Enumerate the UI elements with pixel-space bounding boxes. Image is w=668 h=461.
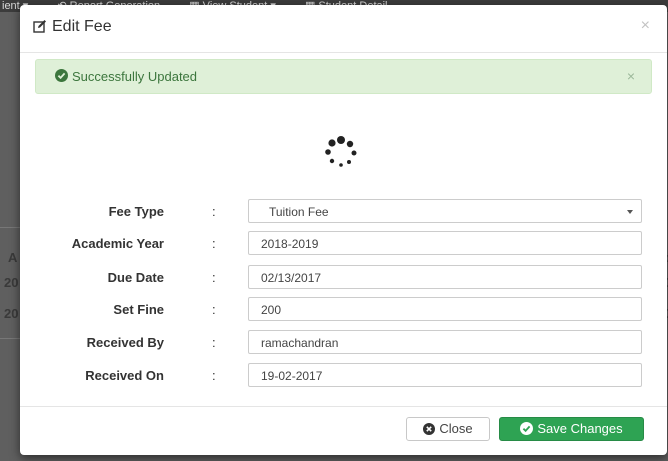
form-row-fee-type: Fee Type : Tuition Fee: [20, 199, 667, 225]
field-colon: :: [212, 270, 216, 285]
check-circle-icon: [520, 422, 534, 435]
close-button-label: Close: [439, 421, 473, 436]
field-label: Due Date: [107, 270, 164, 285]
set-fine-input[interactable]: 200: [248, 297, 642, 321]
save-changes-button[interactable]: Save Changes: [499, 417, 644, 441]
edit-icon: [33, 20, 46, 33]
modal-footer: Close Save Changes: [20, 406, 667, 456]
caret-down-icon: [627, 210, 633, 214]
check-circle-icon: [55, 69, 68, 82]
field-colon: :: [212, 236, 216, 251]
field-label: Received On: [85, 368, 164, 383]
alert-message: Successfully Updated: [72, 69, 198, 84]
field-label: Received By: [86, 335, 164, 350]
field-label: Academic Year: [71, 236, 164, 251]
bg-cell: 20: [4, 306, 19, 321]
form-row-academic-year: Academic Year : 2018-2019: [20, 231, 667, 257]
close-button[interactable]: Close: [406, 417, 490, 441]
received-by-input[interactable]: ramachandran: [248, 330, 642, 354]
close-circle-icon: [423, 423, 436, 435]
academic-year-input[interactable]: 2018-2019: [248, 231, 642, 255]
alert-close-icon[interactable]: ×: [627, 68, 635, 84]
loading-spinner-icon: [325, 136, 357, 167]
fee-type-value: Tuition Fee: [269, 205, 329, 219]
save-button-label: Save Changes: [537, 421, 623, 436]
field-colon: :: [212, 302, 216, 317]
edit-fee-modal: Edit Fee × Successfully Updated × Fee Ty…: [20, 5, 667, 455]
bg-divider: [0, 338, 20, 339]
modal-header: Edit Fee ×: [20, 5, 667, 53]
close-icon[interactable]: ×: [641, 17, 650, 35]
field-colon: :: [212, 368, 216, 383]
form-row-due-date: Due Date : 02/13/2017: [20, 265, 667, 291]
form-row-received-by: Received By : ramachandran: [20, 330, 667, 356]
field-colon: :: [212, 204, 216, 219]
received-on-input[interactable]: 19-02-2017: [248, 363, 642, 387]
success-alert: Successfully Updated ×: [35, 59, 652, 94]
bg-cell: A: [8, 250, 18, 265]
field-label: Fee Type: [108, 204, 164, 219]
modal-title-text: Edit Fee: [52, 18, 112, 35]
modal-title: Edit Fee: [33, 18, 112, 36]
fee-type-select[interactable]: Tuition Fee: [248, 199, 642, 223]
bg-cell: 20: [4, 275, 19, 290]
field-colon: :: [212, 335, 216, 350]
bg-divider: [0, 227, 20, 228]
due-date-input[interactable]: 02/13/2017: [248, 265, 642, 289]
field-label: Set Fine: [113, 302, 164, 317]
form-row-received-on: Received On : 19-02-2017: [20, 363, 667, 389]
form-row-set-fine: Set Fine : 200: [20, 297, 667, 323]
